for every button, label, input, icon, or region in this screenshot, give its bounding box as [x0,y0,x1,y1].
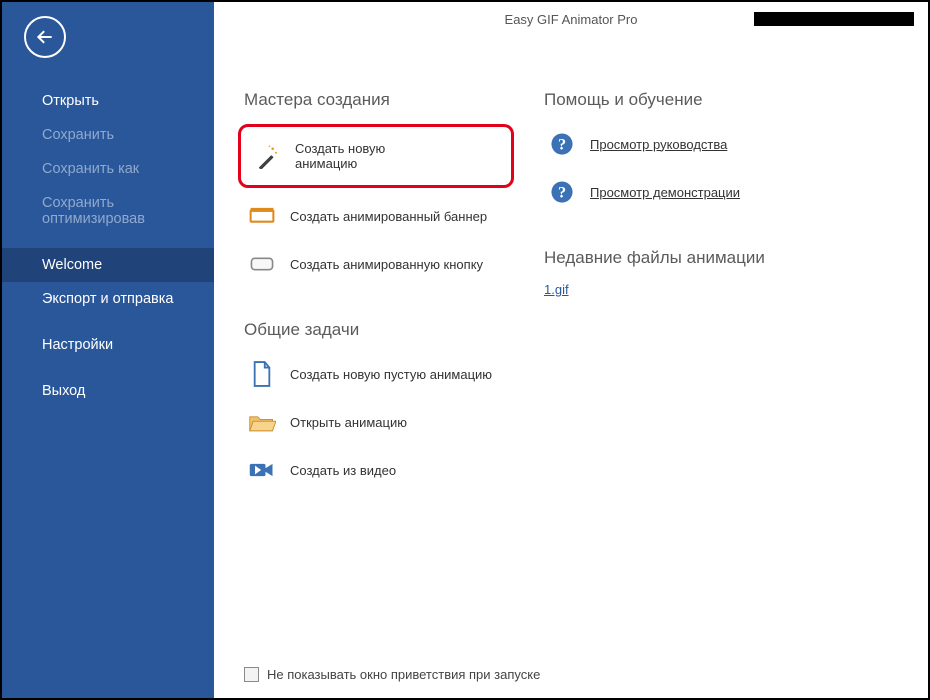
sidebar-item-save-optimized: Сохранить оптимизировав [2,186,214,236]
wizards-section: Мастера создания Создать новую анимацию [244,90,514,498]
sidebar-item-open[interactable]: Открыть [2,84,214,118]
common-open-label: Открыть анимацию [290,415,407,430]
wizard-banner[interactable]: Создать анимированный баннер [244,196,514,236]
wizard-banner-label: Создать анимированный баннер [290,209,487,224]
common-from-video-label: Создать из видео [290,463,396,478]
help-icon: ? [548,130,576,158]
sidebar-item-welcome[interactable]: Welcome [2,248,214,282]
sidebar-item-export[interactable]: Экспорт и отправка [2,282,214,316]
common-from-video[interactable]: Создать из видео [244,450,514,490]
folder-open-icon [248,408,276,436]
common-section: Общие задачи Создать новую пустую анимац… [244,320,514,498]
main-panel: Easy GIF Animator Pro Мастера создания [214,2,928,698]
svg-text:?: ? [558,184,566,202]
wizard-new-animation[interactable]: Создать новую анимацию [249,135,435,177]
video-icon [248,456,276,484]
sidebar: Открыть Сохранить Сохранить как Сохранит… [2,2,214,698]
sidebar-item-save-as: Сохранить как [2,152,214,186]
help-guide[interactable]: ? Просмотр руководства [544,124,910,164]
redacted-area [754,12,914,26]
common-header: Общие задачи [244,320,514,340]
dont-show-label: Не показывать окно приветствия при запус… [267,667,540,682]
welcome-content: Мастера создания Создать новую анимацию [244,90,910,698]
help-header: Помощь и обучение [544,90,910,110]
common-open[interactable]: Открыть анимацию [244,402,514,442]
recent-section: Недавние файлы анимации 1.gif [544,248,910,305]
common-new-empty-label: Создать новую пустую анимацию [290,367,492,382]
wizards-header: Мастера создания [244,90,514,110]
help-demo[interactable]: ? Просмотр демонстрации [544,172,910,212]
banner-icon [248,202,276,230]
footer: Не показывать окно приветствия при запус… [244,667,540,682]
sidebar-item-save: Сохранить [2,118,214,152]
sidebar-item-exit[interactable]: Выход [2,374,214,408]
recent-file-link[interactable]: 1.gif [544,282,910,297]
arrow-left-icon [35,27,55,47]
wand-icon [253,142,281,170]
help-demo-label: Просмотр демонстрации [590,185,740,200]
dont-show-checkbox[interactable] [244,667,259,682]
back-button[interactable] [24,16,66,58]
help-guide-label: Просмотр руководства [590,137,727,152]
button-icon [248,250,276,278]
help-section: Помощь и обучение ? Просмотр руководства [544,90,910,498]
wizard-button-label: Создать анимированную кнопку [290,257,483,272]
file-icon [248,360,276,388]
help-icon: ? [548,178,576,206]
common-new-empty[interactable]: Создать новую пустую анимацию [244,354,514,394]
wizard-button[interactable]: Создать анимированную кнопку [244,244,514,284]
app-window: Открыть Сохранить Сохранить как Сохранит… [0,0,930,700]
sidebar-item-settings[interactable]: Настройки [2,328,214,362]
highlight-box: Создать новую анимацию [238,124,514,188]
recent-header: Недавние файлы анимации [544,248,910,268]
svg-text:?: ? [558,136,566,154]
wizard-new-animation-label: Создать новую анимацию [295,141,431,171]
